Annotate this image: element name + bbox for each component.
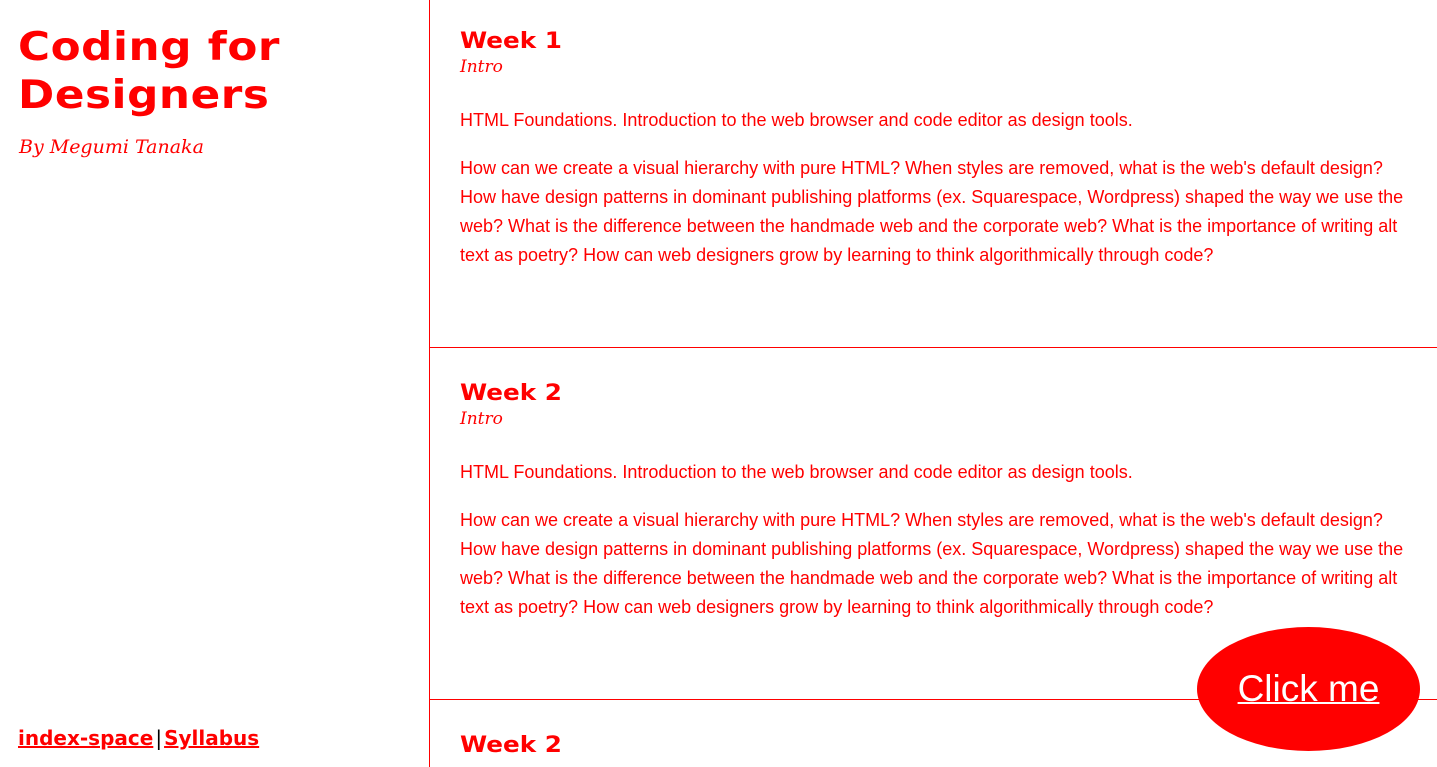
week-questions: How can we create a visual hierarchy wit…: [460, 510, 1404, 617]
index-space-link[interactable]: index-space: [18, 726, 153, 750]
site-title: Coding for Designers: [18, 25, 281, 118]
footer-separator: |: [155, 726, 163, 750]
week-subtitle: Intro: [460, 409, 503, 429]
syllabus-link[interactable]: Syllabus: [164, 726, 259, 750]
week-summary: HTML Foundations. Introduction to the we…: [460, 462, 1133, 482]
week-subtitle: Intro: [460, 57, 503, 77]
click-me-button[interactable]: Click me: [1197, 627, 1420, 751]
week-title: Week 2: [460, 381, 562, 406]
sidebar: Coding for Designers By Megumi Tanaka in…: [0, 0, 430, 767]
footer-nav: index-space | Syllabus: [18, 726, 259, 750]
week-section: Week 1 Intro HTML Foundations. Introduct…: [430, 28, 1437, 348]
week-title: Week 1: [460, 29, 562, 54]
week-summary: HTML Foundations. Introduction to the we…: [460, 110, 1133, 130]
author-byline: By Megumi Tanaka: [19, 136, 204, 158]
week-questions: How can we create a visual hierarchy wit…: [460, 158, 1404, 265]
